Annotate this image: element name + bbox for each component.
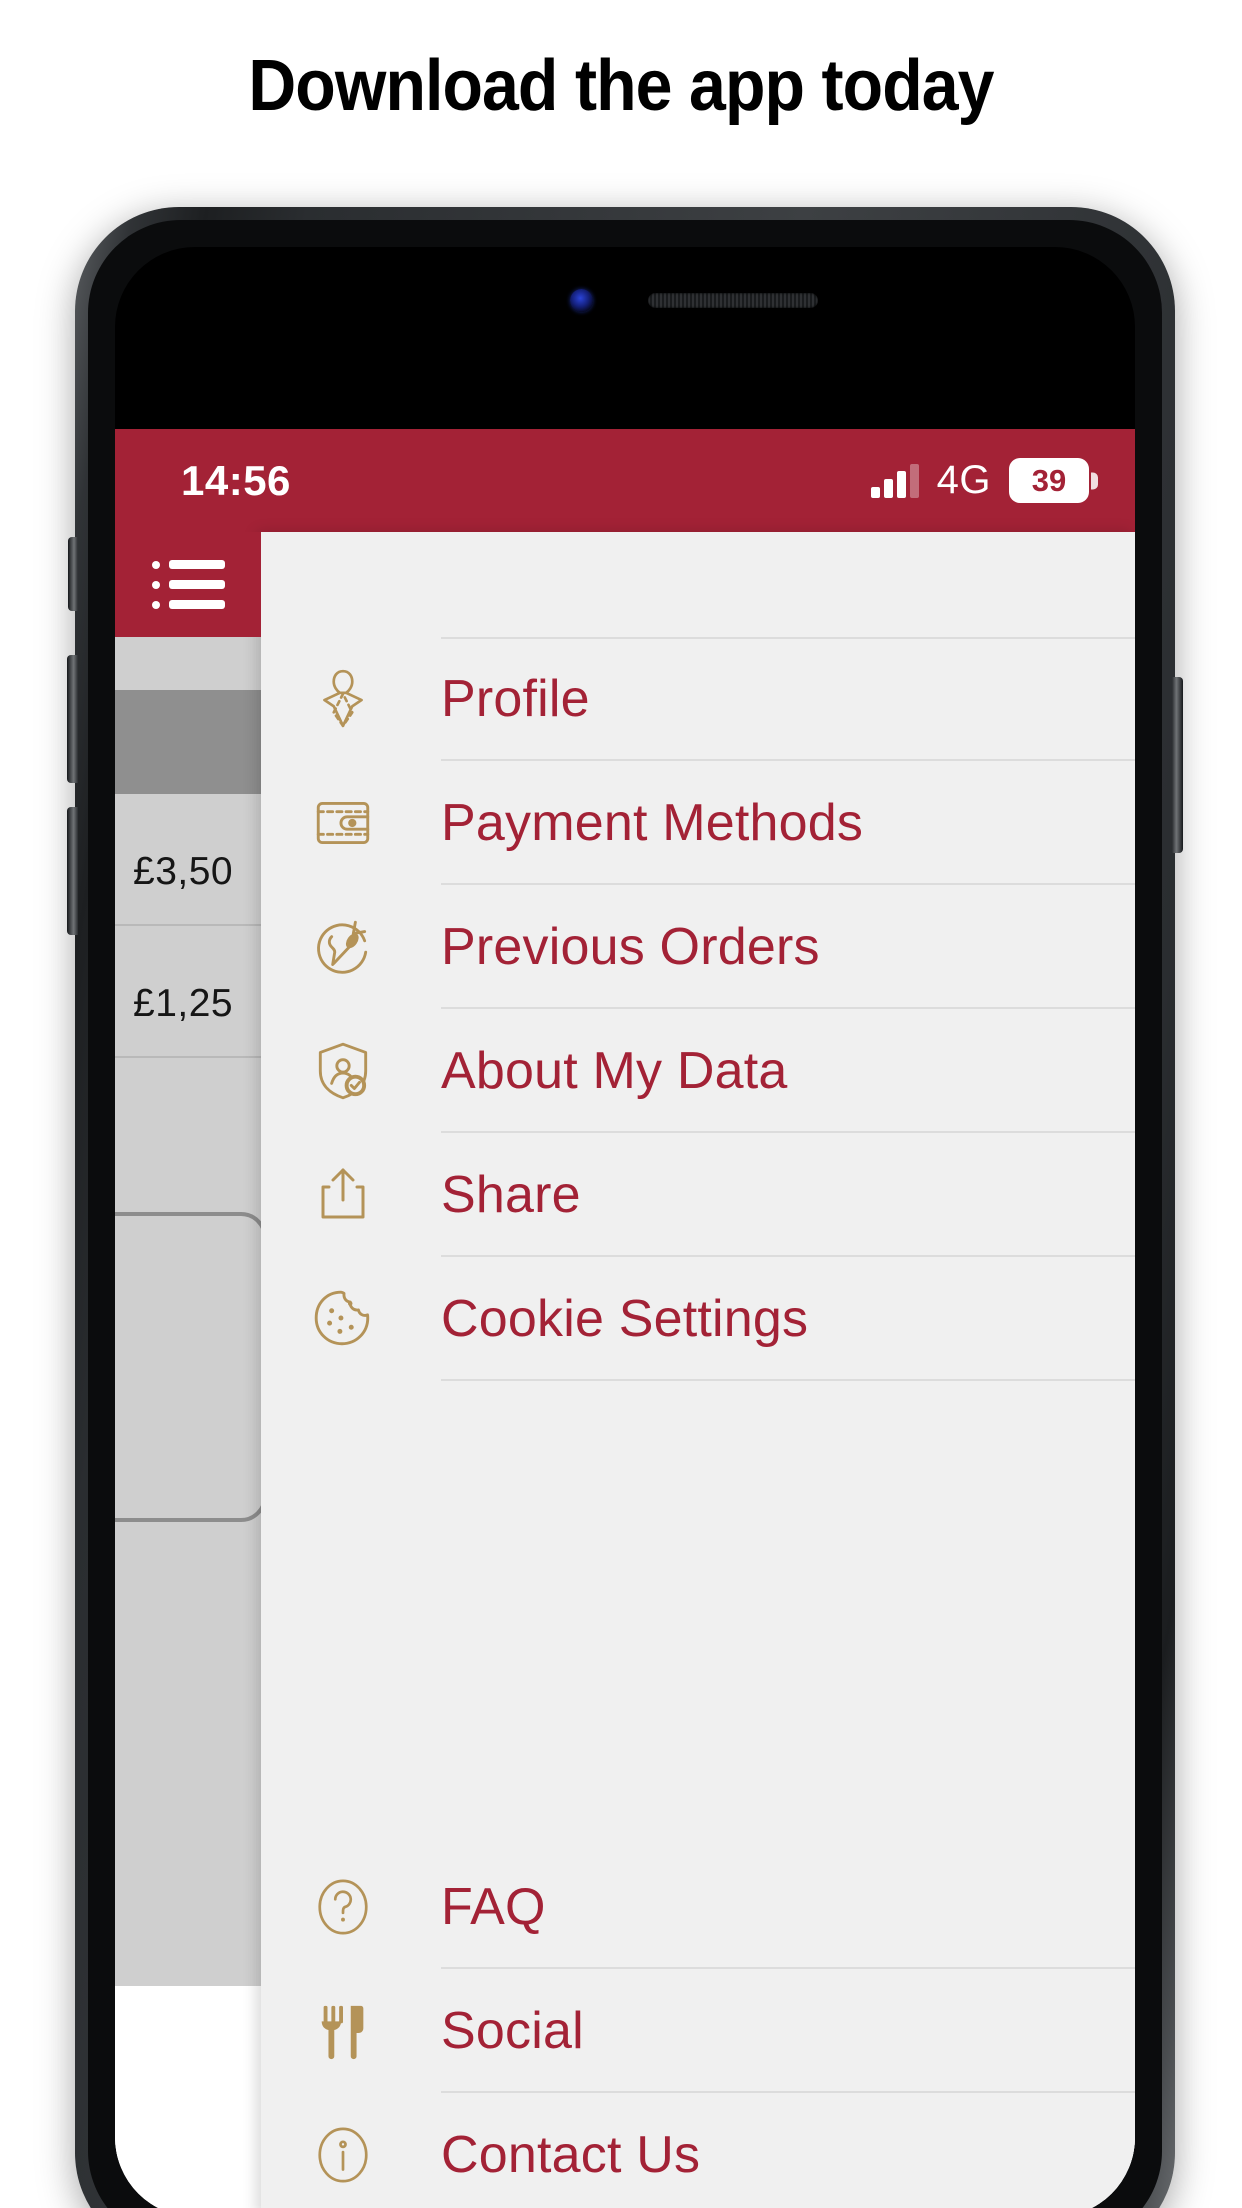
info-circle-icon	[289, 2124, 397, 2186]
navigation-drawer: Profile Payment Methods Previous Orders …	[261, 532, 1135, 2208]
drawer-header-spacer	[261, 532, 1135, 637]
front-camera-icon	[570, 289, 593, 312]
underlay-price-2: £1,25	[133, 982, 234, 1025]
earpiece-speaker-icon	[648, 293, 818, 308]
battery-percent-label: 39	[1031, 463, 1067, 498]
power-button[interactable]	[1172, 677, 1183, 853]
page-root: Download the app today £3,50 £1,25 14:56…	[0, 0, 1242, 2208]
menu-item-label: Contact Us	[441, 2126, 701, 2184]
page-title: Download the app today	[248, 46, 994, 126]
question-circle-icon	[289, 1876, 397, 1938]
menu-item-previous-orders[interactable]: Previous Orders	[261, 885, 1135, 1009]
menu-item-cookie-settings[interactable]: Cookie Settings	[261, 1257, 1135, 1381]
profile-icon	[289, 666, 397, 732]
menu-item-label: Social	[441, 2002, 584, 2060]
app-screen: £3,50 £1,25 14:56 4G 39 Profile Payment …	[115, 429, 1135, 2208]
menu-item-label: Payment Methods	[441, 794, 864, 852]
share-icon	[289, 1163, 397, 1227]
menu-item-payment-methods[interactable]: Payment Methods	[261, 761, 1135, 885]
underlay-outline-button[interactable]	[115, 1212, 267, 1522]
wallet-icon	[289, 790, 397, 856]
status-indicators: 4G 39	[870, 458, 1089, 503]
cutlery-icon	[289, 2000, 397, 2062]
menu-toggle-button[interactable]	[115, 532, 261, 637]
battery-icon: 39	[1009, 458, 1089, 503]
status-bar: 14:56 4G 39	[115, 429, 1135, 532]
drawer-secondary-menu: FAQ Social Contact Us	[261, 1845, 1135, 2208]
phone-device: £3,50 £1,25 14:56 4G 39 Profile Payment …	[67, 207, 1183, 2208]
status-time: 14:56	[181, 456, 291, 504]
drawer-spacer	[261, 1381, 1135, 1845]
menu-item-faq[interactable]: FAQ	[261, 1845, 1135, 1969]
hamburger-list-icon	[151, 560, 225, 609]
menu-item-social[interactable]: Social	[261, 1969, 1135, 2093]
signal-strength-icon	[870, 463, 919, 498]
volume-up-button[interactable]	[67, 655, 78, 783]
menu-item-label: Previous Orders	[441, 918, 820, 976]
previous-orders-icon	[289, 914, 397, 980]
menu-item-contact-us[interactable]: Contact Us	[261, 2093, 1135, 2208]
menu-item-label: Profile	[441, 670, 590, 728]
shield-user-icon	[289, 1038, 397, 1104]
menu-item-about-my-data[interactable]: About My Data	[261, 1009, 1135, 1133]
cookie-icon	[289, 1286, 397, 1352]
phone-screen-glass: £3,50 £1,25 14:56 4G 39 Profile Payment …	[115, 247, 1135, 2208]
menu-item-label: About My Data	[441, 1042, 788, 1100]
mute-switch-button[interactable]	[68, 537, 78, 611]
phone-bezel: £3,50 £1,25 14:56 4G 39 Profile Payment …	[88, 220, 1162, 2208]
menu-item-profile[interactable]: Profile	[261, 637, 1135, 761]
menu-item-label: FAQ	[441, 1878, 546, 1936]
drawer-primary-menu: Profile Payment Methods Previous Orders …	[261, 637, 1135, 1381]
volume-down-button[interactable]	[67, 807, 78, 935]
menu-item-label: Share	[441, 1166, 581, 1224]
menu-item-label: Cookie Settings	[441, 1290, 809, 1348]
network-type-label: 4G	[936, 458, 991, 502]
underlay-price-1: £3,50	[133, 850, 234, 893]
menu-item-share[interactable]: Share	[261, 1133, 1135, 1257]
